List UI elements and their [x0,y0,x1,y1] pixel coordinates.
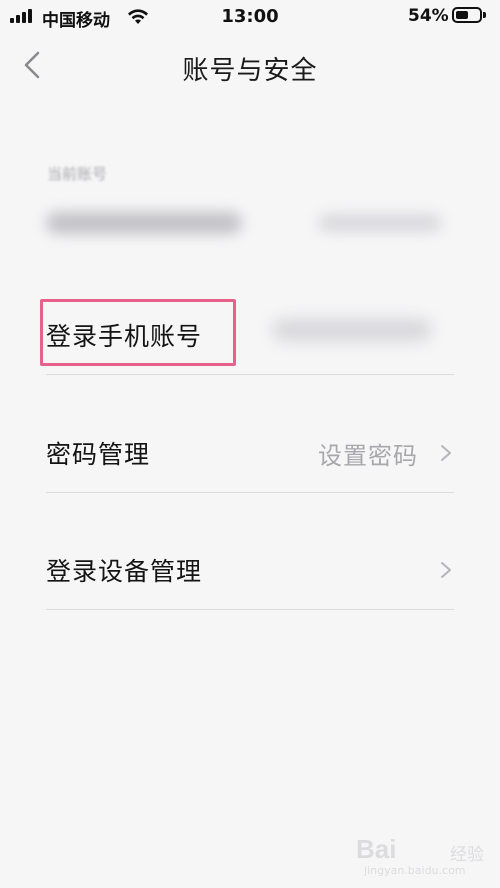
annotation-highlight-box [40,299,236,366]
status-bar: 中国移动 13:00 54% [0,0,500,34]
login-device-management-label: 登录设备管理 [46,557,203,586]
navigation-bar: 账号与安全 [0,40,500,92]
password-management-label: 密码管理 [46,440,151,469]
battery-cap [483,12,486,18]
battery-percentage: 54% [408,6,449,26]
page-title: 账号与安全 [182,56,318,86]
set-password-value: 设置密码 [318,442,418,470]
watermark-sub: 经验 [450,845,484,865]
chevron-right-icon [441,562,451,578]
blurred-account-value [318,214,442,232]
blurred-phone-number [272,319,432,341]
watermark-brand: Bai [356,834,397,864]
login-device-management-row[interactable]: 登录设备管理 [46,521,454,610]
password-management-row[interactable]: 密码管理 设置密码 [46,404,454,493]
section-label-current-account: 当前账号 [47,165,108,183]
chevron-right-icon [441,445,451,461]
baidu-jingyan-watermark: Bai 经验 jingyan.baidu.com [356,832,488,878]
blurred-account-name [46,212,242,234]
battery-icon [452,7,482,23]
current-account-row [46,200,454,250]
battery-fill [456,11,468,19]
watermark-url: jingyan.baidu.com [364,864,466,877]
